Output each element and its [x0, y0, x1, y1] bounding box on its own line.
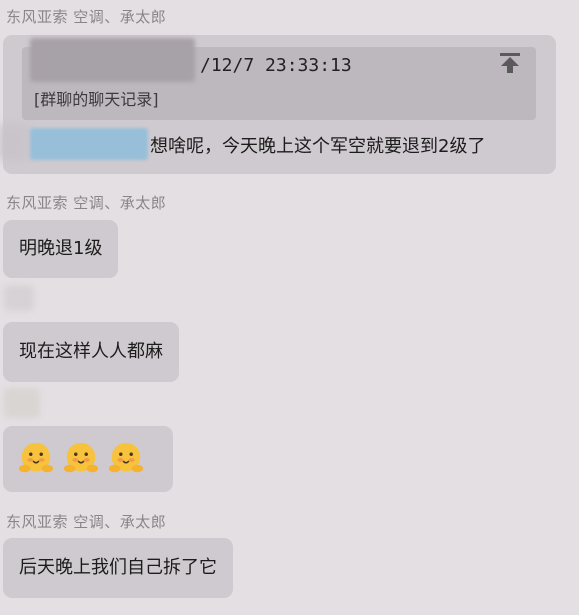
quote-label: [群聊的聊天记录]: [34, 90, 159, 109]
sender-name: 东风亚索 空调、承太郎: [6, 513, 167, 531]
hugging-face-icon: [108, 442, 144, 473]
avatar[interactable]: [4, 388, 40, 418]
hugging-face-icon: [63, 442, 99, 473]
message-text: 现在这样人人都麻: [19, 341, 163, 362]
message-text: 明晚退1级: [19, 238, 103, 259]
sender-name: 东风亚索 空调、承太郎: [6, 8, 167, 26]
redacted-block: [30, 128, 148, 160]
message-bubble[interactable]: 现在这样人人都麻: [3, 322, 179, 382]
message-bubble[interactable]: 后天晚上我们自己拆了它: [3, 538, 233, 598]
message-text: 后天晚上我们自己拆了它: [19, 557, 217, 578]
message-text: 想啥呢，今天晚上这个军空就要退到2级了: [150, 136, 486, 157]
sender-name: 东风亚索 空调、承太郎: [6, 194, 167, 212]
message-bubble[interactable]: 明晚退1级: [3, 220, 119, 278]
avatar[interactable]: [4, 285, 34, 311]
emoji-message-bubble[interactable]: [3, 426, 173, 492]
quote-timestamp: /12/7 23:33:13: [200, 55, 352, 76]
redacted-block: [30, 38, 195, 82]
scroll-to-top-icon[interactable]: [498, 51, 522, 75]
hugging-face-icon: [18, 442, 54, 473]
redacted-block: [0, 124, 28, 160]
